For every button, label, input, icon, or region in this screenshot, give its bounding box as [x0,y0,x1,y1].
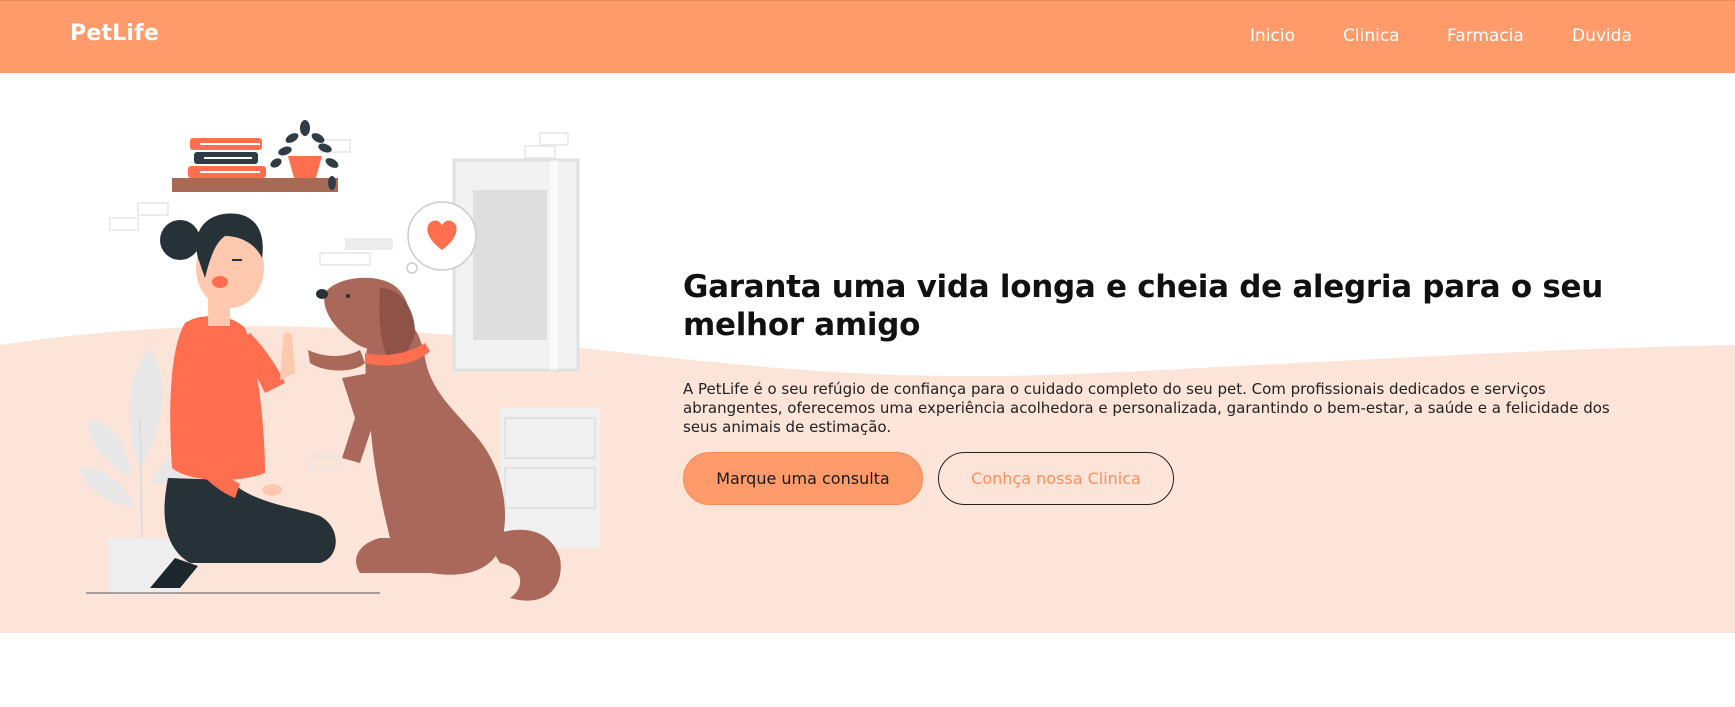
logo[interactable]: PetLife [70,21,159,46]
nav-link-duvida[interactable]: Duvida [1572,26,1632,46]
hero-description: A PetLife é o seu refúgio de confiança p… [683,380,1610,436]
nav-link-clinica[interactable]: Clinica [1343,26,1400,46]
nav-link-farmacia[interactable]: Farmacia [1447,26,1524,46]
nav-link-inicio[interactable]: Inicio [1250,26,1295,46]
navbar: PetLife Inicio Clinica Farmacia Duvida [0,0,1735,73]
schedule-consultation-button[interactable]: Marque uma consulta [683,452,923,505]
know-clinic-button[interactable]: Conhça nossa Clinica [938,452,1174,505]
woman-high-five-dog-illustration [80,120,600,601]
hero-headline: Garanta uma vida longa e cheia de alegri… [683,269,1604,343]
